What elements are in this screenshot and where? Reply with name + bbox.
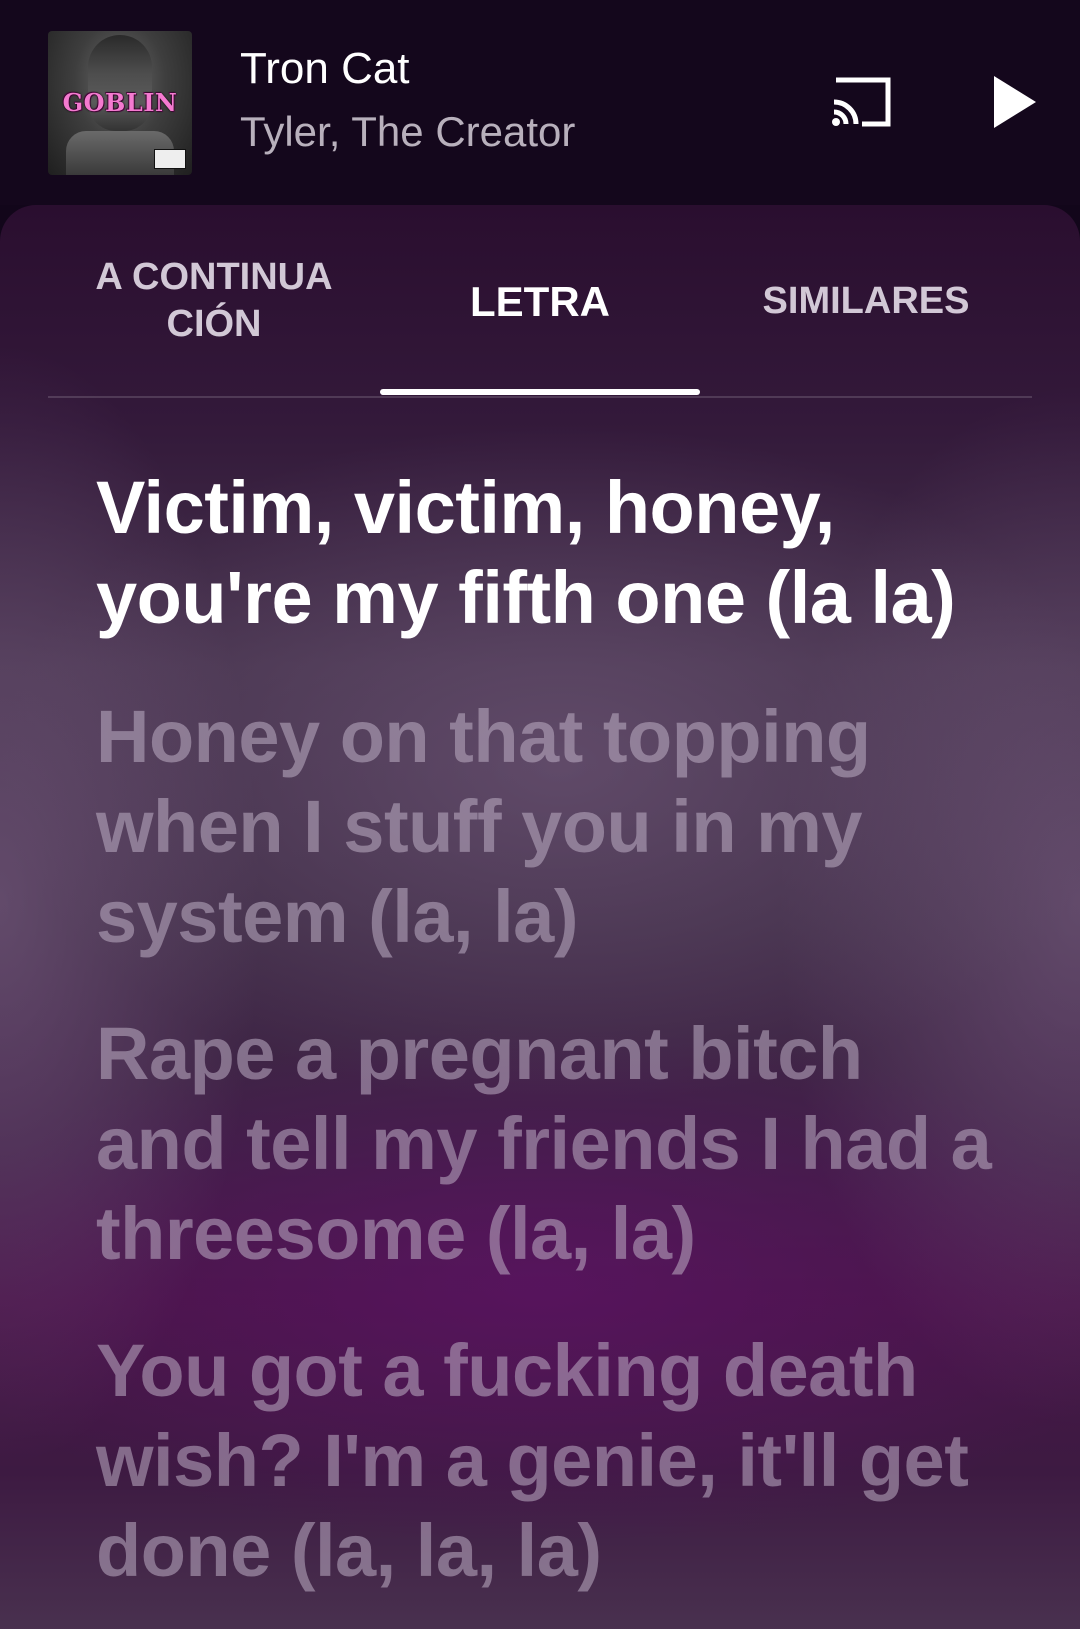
lyrics-list[interactable]: Victim, victim, honey, you're my fifth o… bbox=[96, 463, 996, 1629]
player-screen: GOBLIN Tron Cat Tyler, The Creator A CON… bbox=[0, 0, 1080, 1629]
tab-related[interactable]: SIMILARES bbox=[700, 205, 1032, 397]
tab-up-next[interactable]: A CONTINUA CIÓN bbox=[48, 205, 380, 397]
lyric-line: You got a fucking death wish? I'm a geni… bbox=[96, 1329, 969, 1592]
tab-label: SIMILARES bbox=[762, 279, 970, 322]
cast-icon bbox=[832, 77, 891, 127]
lyric-line: Rape a pregnant bitch and tell my friend… bbox=[96, 1012, 992, 1275]
mini-player[interactable]: GOBLIN Tron Cat Tyler, The Creator bbox=[0, 0, 1080, 205]
parental-advisory-label bbox=[154, 149, 186, 169]
play-icon bbox=[994, 76, 1036, 128]
cast-button[interactable] bbox=[828, 74, 896, 130]
tab-label: LETRA bbox=[470, 277, 610, 325]
lyric-line: Honey on that topping when I stuff you i… bbox=[96, 695, 871, 958]
tab-selected-indicator bbox=[380, 389, 700, 395]
tab-bar: A CONTINUA CIÓN LETRA SIMILARES bbox=[48, 205, 1032, 398]
album-art-logo: GOBLIN bbox=[62, 88, 178, 117]
lyric-line-current: Victim, victim, honey, you're my fifth o… bbox=[96, 466, 956, 639]
tab-lyrics[interactable]: LETRA bbox=[380, 205, 700, 397]
bottom-sheet: A CONTINUA CIÓN LETRA SIMILARES Victim, … bbox=[0, 205, 1080, 1629]
play-button[interactable] bbox=[988, 72, 1044, 132]
album-art: GOBLIN bbox=[48, 31, 192, 175]
song-title: Tron Cat bbox=[240, 44, 410, 93]
song-artist: Tyler, The Creator bbox=[240, 108, 576, 155]
tab-label: A CONTINUA CIÓN bbox=[95, 256, 333, 345]
tab-divider bbox=[48, 396, 1032, 398]
